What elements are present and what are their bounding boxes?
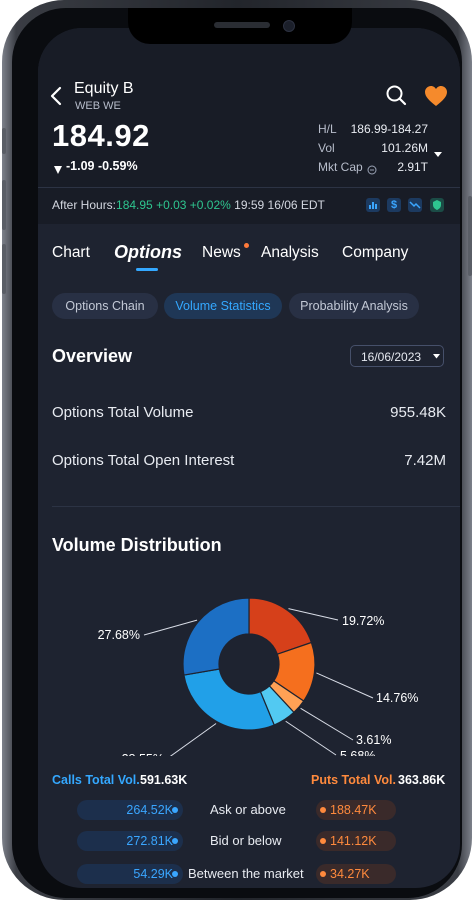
mute-switch [2,128,6,154]
news-badge-dot [244,243,249,248]
active-tab-indicator [136,268,158,271]
open-interest-value: 7.42M [404,452,446,469]
date-selector-value: 16/06/2023 [361,350,422,364]
slice-label: 27.68% [98,628,140,642]
after-hours-price: 184.95 [116,198,153,212]
puts-total-label: Puts Total Vol. [311,773,396,787]
after-hours-change: +0.03 +0.02% [156,198,231,212]
call-between-value: 54.29K [77,864,183,884]
stat-label-mktcap: Mkt Cap [318,160,363,174]
phone-frame: Equity B WEB WE 184.92 -1.09 -0.59% H/L … [0,0,474,900]
power-button [468,196,472,276]
put-dot [320,871,326,877]
ask-or-above-label: Ask or above [210,802,286,817]
slice-label: 14.76% [376,691,418,705]
down-triangle-icon [54,162,62,174]
call-bid-value: 272.81K [77,831,183,851]
volume-down-button [2,244,6,294]
after-hours-label: After Hours: [52,198,117,212]
call-ask-value: 264.52K [77,800,183,820]
subtab-options-chain[interactable]: Options Chain [52,293,158,319]
tab-company[interactable]: Company [342,244,408,262]
stat-label-vol: Vol [318,141,335,155]
leader-line [169,723,217,756]
stat-value-mktcap: 2.91T [397,160,428,174]
search-button[interactable] [385,84,407,106]
stat-label-hl: H/L [318,122,337,136]
stat-value-vol: 101.26M [381,141,428,155]
donut-slice [183,668,275,731]
last-price: 184.92 [52,118,150,153]
volume-donut-chart: 19.72% 14.76% 3.61% 5.68% 28.55% 27.68% [98,597,418,756]
trend-down-icon[interactable] [408,198,422,212]
tab-news[interactable]: News [202,244,241,262]
total-volume-label: Options Total Volume [52,404,194,421]
price-change: -1.09 -0.59% [66,159,138,173]
total-volume-value: 955.48K [390,404,446,421]
call-dot [172,838,178,844]
slice-label: 3.61% [356,733,391,747]
between-market-label: Between the market [188,866,304,881]
slice-label: 19.72% [342,614,384,628]
put-dot [320,838,326,844]
tab-options[interactable]: Options [114,242,182,263]
slice-label: 5.68% [340,749,375,756]
call-dot [172,871,178,877]
search-icon [386,85,407,106]
phone-bezel: Equity B WEB WE 184.92 -1.09 -0.59% H/L … [12,8,462,898]
header-divider [38,187,460,188]
phone-notch [128,8,352,44]
overview-title: Overview [52,346,133,366]
puts-total-value: 363.86K [398,773,446,787]
slice-label: 28.55% [122,752,164,756]
put-bid-value: 141.12K [316,831,396,851]
open-interest-label: Options Total Open Interest [52,452,235,469]
stat-value-hl: 186.99-184.27 [350,122,428,136]
chart-shortcut-icon[interactable] [366,198,380,212]
bid-or-below-label: Bid or below [210,833,282,848]
leader-line [285,720,337,756]
stats-expand-button[interactable] [434,145,442,157]
app-screen: Equity B WEB WE 184.92 -1.09 -0.59% H/L … [38,28,460,888]
distribution-title: Volume Distribution [52,535,222,555]
shield-icon[interactable] [430,198,444,212]
subtab-probability-analysis[interactable]: Probability Analysis [289,293,419,319]
subtab-volume-statistics[interactable]: Volume Statistics [164,293,282,319]
back-button[interactable] [48,85,64,107]
leader-line [143,619,198,636]
calls-total-label: Calls Total Vol. [52,773,140,787]
symbol-name: Equity B [74,80,134,97]
tab-chart[interactable]: Chart [52,244,90,262]
after-hours-row: After Hours:184.95 +0.03 +0.02% 19:59 16… [52,198,325,212]
exchange-label: WEB WE [75,100,121,112]
calls-total-value: 591.63K [140,773,188,787]
call-dot [172,807,178,813]
put-ask-value: 188.47K [316,800,396,820]
favorite-button[interactable] [424,85,448,107]
volume-up-button [2,180,6,230]
section-divider [52,506,460,507]
donut-slice [182,597,250,676]
speaker-grille [214,22,270,28]
tab-analysis[interactable]: Analysis [261,244,319,262]
caret-down-icon [433,354,440,359]
minus-circle-icon [367,162,377,175]
caret-down-icon [434,152,442,157]
front-camera [283,20,295,32]
put-dot [320,807,326,813]
date-selector[interactable]: 16/06/2023 [350,345,444,367]
leader-line [316,672,374,699]
heart-icon [425,86,447,106]
leader-line [300,707,354,741]
back-arrow-icon [50,86,62,106]
put-between-value: 34.27K [316,864,396,884]
after-hours-time: 19:59 16/06 EDT [234,198,325,212]
phone-body: Equity B WEB WE 184.92 -1.09 -0.59% H/L … [2,0,472,900]
dollar-icon[interactable]: $ [387,198,401,212]
